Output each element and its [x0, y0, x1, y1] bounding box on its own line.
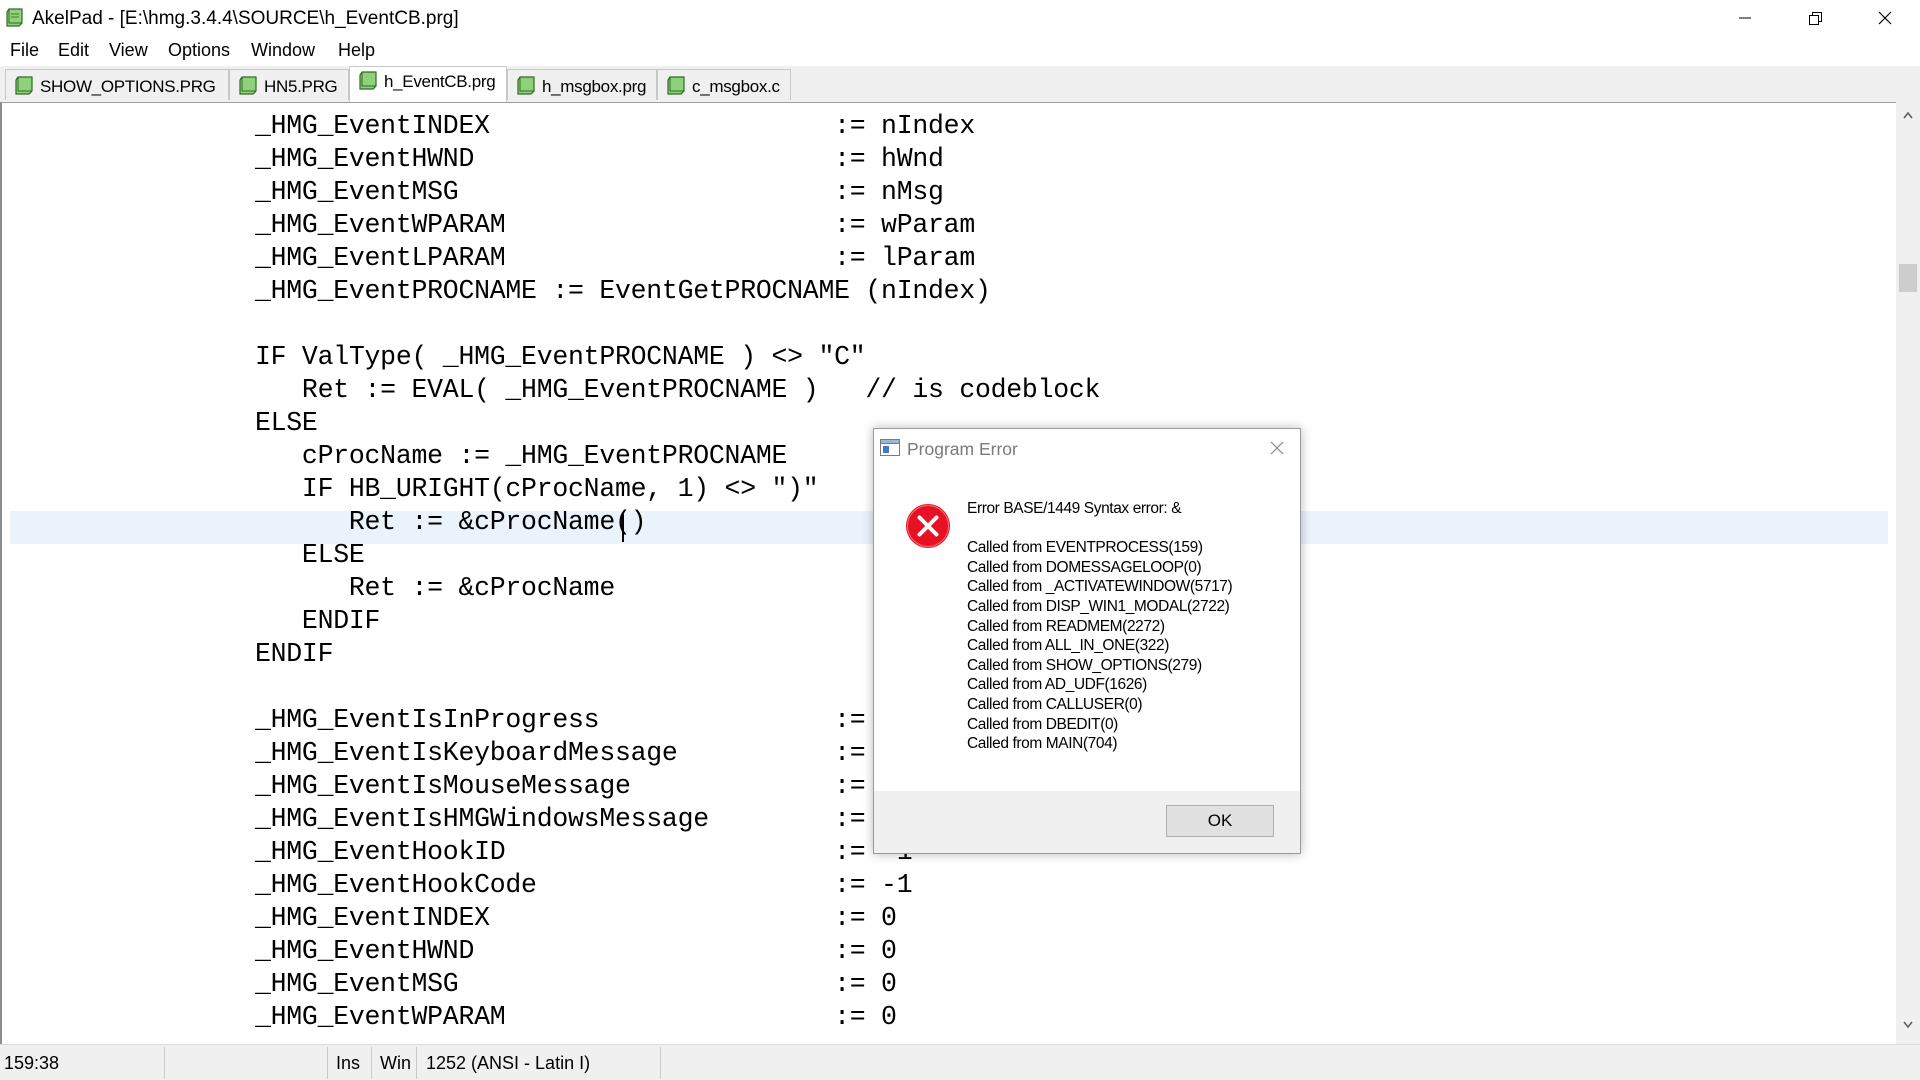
- menu-file[interactable]: File: [10, 40, 39, 61]
- akelpad-window: AkelPad - [E:\hmg.3.4.4\SOURCE\h_EventCB…: [0, 0, 1920, 1080]
- call-stack-entry: Called from EVENTPROCESS(159): [967, 539, 1203, 557]
- dialog-title: Program Error: [907, 439, 1018, 459]
- call-stack-entry: Called from MAIN(704): [967, 735, 1118, 753]
- menu-window[interactable]: Window: [251, 40, 315, 61]
- close-button[interactable]: [1850, 0, 1920, 36]
- tab-bar: SHOW_OPTIONS.PRG HN5.PRG h_EventCB.prg h…: [0, 66, 1920, 102]
- file-icon: [667, 76, 685, 95]
- code-line: _HMG_EventINDEX := 0: [208, 903, 897, 933]
- menu-view[interactable]: View: [109, 40, 148, 61]
- close-icon: [1270, 441, 1284, 455]
- dialog-footer: OK: [874, 791, 1300, 853]
- menu-help[interactable]: Help: [338, 40, 375, 61]
- code-line: _HMG_EventWPARAM := 0: [208, 1002, 897, 1032]
- call-stack-entry: Called from CALLUSER(0): [967, 695, 1143, 713]
- app-icon: [6, 8, 23, 27]
- call-stack-entry: Called from DBEDIT(0): [967, 715, 1118, 733]
- tab-label: c_msgbox.c: [692, 77, 780, 96]
- code-line: _HMG_EventHookCode := -1: [208, 870, 913, 900]
- call-stack-entry: Called from SHOW_OPTIONS(279): [967, 656, 1202, 674]
- scroll-down-button[interactable]: [1896, 1018, 1920, 1038]
- status-bar: 159:38 Ins Win 1252 (ANSI - Latin I): [0, 1044, 1920, 1080]
- code-line: _HMG_EventHWND := hWnd: [208, 144, 944, 174]
- status-divider: [416, 1047, 417, 1079]
- code-line: _HMG_EventMSG := nMsg: [208, 177, 944, 207]
- code-line: _HMG_EventHookCode := nHookCode: [2, 103, 1896, 110]
- tab-label: HN5.PRG: [264, 77, 338, 96]
- status-divider: [371, 1047, 372, 1079]
- status-divider: [164, 1047, 165, 1079]
- error-icon: [906, 504, 950, 548]
- chevron-down-icon: [1903, 1021, 1913, 1029]
- status-encoding: 1252 (ANSI - Latin I): [426, 1053, 591, 1073]
- text-caret: [622, 514, 624, 542]
- file-icon: [359, 71, 377, 90]
- call-stack-entry: Called from ALL_IN_ONE(322): [967, 637, 1169, 655]
- tab-show-options[interactable]: SHOW_OPTIONS.PRG: [5, 69, 229, 100]
- tab-label: SHOW_OPTIONS.PRG: [40, 77, 216, 96]
- restore-icon: [1809, 12, 1822, 25]
- code-line: Ret := EVAL( _HMG_EventPROCNAME ) // is …: [208, 375, 1101, 405]
- scroll-thumb[interactable]: [1899, 264, 1917, 292]
- close-icon: [1878, 11, 1892, 25]
- call-stack-entry: Called from READMEM(2272): [967, 617, 1165, 635]
- tab-h-eventcb[interactable]: h_EventCB.prg: [349, 66, 507, 102]
- error-message-header: Error BASE/1449 Syntax error: &: [967, 500, 1182, 517]
- status-position: 159:38: [4, 1053, 60, 1073]
- status-insert-mode: Ins: [336, 1053, 361, 1073]
- restore-button[interactable]: [1780, 0, 1850, 36]
- code-line: _HMG_EventHWND := 0: [208, 936, 897, 966]
- ok-button[interactable]: OK: [1166, 805, 1274, 837]
- dialog-title-bar: Program Error: [874, 429, 1300, 467]
- title-bar: AkelPad - [E:\hmg.3.4.4\SOURCE\h_EventCB…: [0, 0, 1920, 38]
- code-line: _HMG_EventINDEX := nIndex: [208, 111, 975, 141]
- tab-c-msgbox[interactable]: c_msgbox.c: [657, 69, 791, 100]
- scroll-up-button[interactable]: [1896, 108, 1920, 128]
- status-newline: Win: [380, 1053, 411, 1073]
- tab-h-msgbox[interactable]: h_msgbox.prg: [507, 69, 657, 100]
- tab-hn5[interactable]: HN5.PRG: [229, 69, 349, 100]
- code-line: _HMG_EventPROCNAME := EventGetPROCNAME (…: [208, 276, 991, 306]
- vertical-scrollbar[interactable]: [1896, 102, 1920, 1044]
- code-line: _HMG_EventMSG := 0: [208, 969, 897, 999]
- status-divider: [327, 1047, 328, 1079]
- program-error-dialog: Program Error Error BASE/1449 Syntax err…: [873, 428, 1301, 854]
- chevron-up-icon: [1903, 111, 1913, 119]
- call-stack-entry: Called from DOMESSAGELOOP(0): [967, 558, 1202, 576]
- code-line: _HMG_EventWPARAM := wParam: [208, 210, 975, 240]
- file-icon: [15, 76, 33, 95]
- call-stack-entry: Called from DISP_WIN1_MODAL(2722): [967, 597, 1230, 615]
- file-icon: [517, 76, 535, 95]
- call-stack-list: Called from EVENTPROCESS(159) Called from…: [967, 538, 1292, 754]
- tab-label: h_EventCB.prg: [384, 72, 496, 91]
- tab-label: h_msgbox.prg: [542, 77, 647, 96]
- menu-bar: File Edit View Options Window Help: [0, 38, 1920, 64]
- status-divider: [660, 1047, 661, 1079]
- minimize-button[interactable]: [1710, 0, 1780, 36]
- code-line: IF ValType( _HMG_EventPROCNAME ) <> "C": [208, 342, 866, 372]
- file-icon: [239, 76, 257, 95]
- dialog-close-button[interactable]: [1262, 435, 1292, 461]
- error-message: Error BASE/1449 Syntax error: & Called f…: [967, 499, 1292, 754]
- menu-edit[interactable]: Edit: [58, 40, 89, 61]
- minimize-icon: [1739, 17, 1751, 19]
- window-title: AkelPad - [E:\hmg.3.4.4\SOURCE\h_EventCB…: [32, 8, 459, 29]
- window-icon: [880, 439, 900, 456]
- code-line: _HMG_EventLPARAM := lParam: [208, 243, 975, 273]
- call-stack-entry: Called from AD_UDF(1626): [967, 676, 1147, 694]
- menu-options[interactable]: Options: [168, 40, 230, 61]
- call-stack-entry: Called from _ACTIVATEWINDOW(5717): [967, 578, 1233, 596]
